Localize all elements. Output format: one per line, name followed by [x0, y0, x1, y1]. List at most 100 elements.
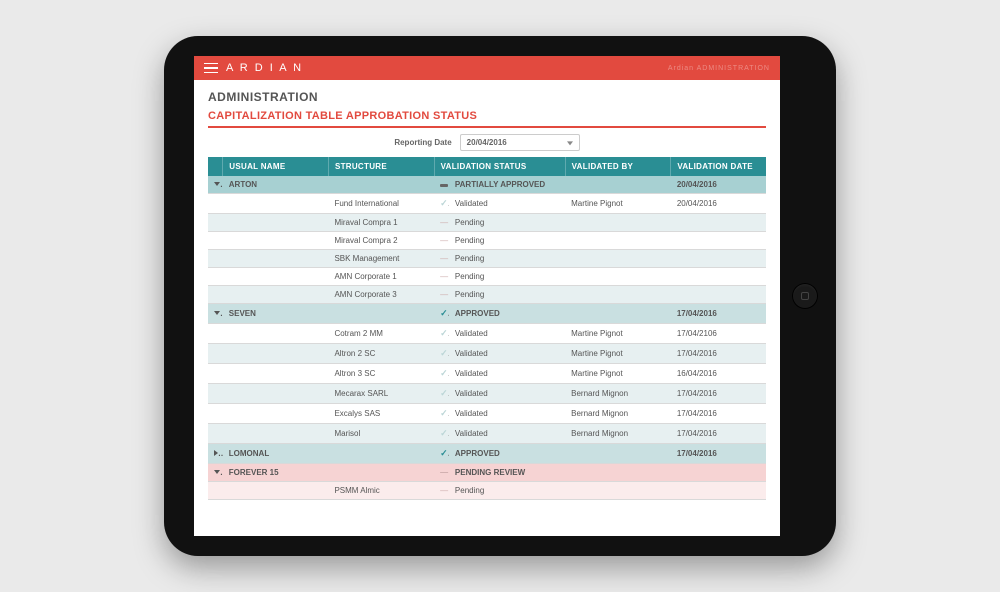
- section-title: CAPITALIZATION TABLE APPROBATION STATUS: [208, 110, 766, 128]
- group-row-arton[interactable]: ARTONPARTIALLY APPROVED20/04/2016: [208, 176, 766, 194]
- status-check-icon: ✓: [440, 348, 449, 358]
- status-check-icon: ✓: [440, 408, 449, 418]
- child-by: Bernard Mignon: [565, 404, 671, 424]
- status-approved-icon: ✓: [440, 308, 449, 318]
- child-date: 17/04/2016: [671, 344, 766, 364]
- child-row[interactable]: Altron 2 SC✓ValidatedMartine Pignot17/04…: [208, 344, 766, 364]
- topbar: A R D I A N Ardian ADMINISTRATION: [194, 56, 780, 80]
- child-row[interactable]: Altron 3 SC✓ValidatedMartine Pignot16/04…: [208, 364, 766, 384]
- child-structure: PSMM Almic: [328, 482, 434, 500]
- approbation-table: USUAL NAME STRUCTURE VALIDATION STATUS V…: [208, 157, 766, 500]
- expand-toggle-icon[interactable]: [214, 309, 220, 318]
- child-structure: Cotram 2 MM: [328, 324, 434, 344]
- col-status[interactable]: VALIDATION STATUS: [434, 157, 565, 176]
- col-structure[interactable]: STRUCTURE: [328, 157, 434, 176]
- reporting-date-select[interactable]: 20/04/2016: [460, 134, 580, 151]
- page-title: ADMINISTRATION: [208, 90, 766, 104]
- child-structure: SBK Management: [328, 250, 434, 268]
- child-by: Martine Pignot: [565, 344, 671, 364]
- table-header-row: USUAL NAME STRUCTURE VALIDATION STATUS V…: [208, 157, 766, 176]
- child-by: [565, 250, 671, 268]
- status-check-icon: ✓: [440, 368, 449, 378]
- group-status: APPROVED: [449, 304, 565, 324]
- status-pending-icon: —: [440, 236, 449, 245]
- child-structure: Marisol: [328, 424, 434, 444]
- child-status: Pending: [449, 250, 565, 268]
- child-by: Bernard Mignon: [565, 384, 671, 404]
- tablet-frame: A R D I A N Ardian ADMINISTRATION ADMINI…: [164, 36, 836, 556]
- child-status: Validated: [449, 404, 565, 424]
- brand-label: A R D I A N: [226, 62, 303, 74]
- col-name[interactable]: USUAL NAME: [223, 157, 329, 176]
- child-status: Pending: [449, 268, 565, 286]
- status-pending-icon: —: [440, 486, 449, 495]
- child-structure: Miraval Compra 1: [328, 214, 434, 232]
- child-date: [671, 232, 766, 250]
- child-row[interactable]: Fund International ✓ValidatedMartine Pign…: [208, 194, 766, 214]
- child-row[interactable]: Miraval Compra 2—Pending: [208, 232, 766, 250]
- child-structure: Miraval Compra 2: [328, 232, 434, 250]
- child-by: Martine Pignot: [565, 194, 671, 214]
- child-status: Validated: [449, 194, 565, 214]
- child-date: 20/04/2016: [671, 194, 766, 214]
- status-pending-icon: —: [440, 290, 449, 299]
- group-date: 20/04/2016: [671, 176, 766, 194]
- child-status: Pending: [449, 482, 565, 500]
- filter-label: Reporting Date: [394, 138, 451, 147]
- expand-toggle-icon[interactable]: [214, 449, 218, 458]
- child-status: Validated: [449, 424, 565, 444]
- group-name: FOREVER 15: [223, 464, 329, 482]
- child-row[interactable]: AMN Corporate 1 —Pending: [208, 268, 766, 286]
- group-row-lomonal[interactable]: LOMONAL✓APPROVED17/04/2016: [208, 444, 766, 464]
- child-status: Validated: [449, 324, 565, 344]
- group-status: PENDING REVIEW: [449, 464, 565, 482]
- child-by: [565, 482, 671, 500]
- child-date: [671, 482, 766, 500]
- group-by: [565, 444, 671, 464]
- col-date[interactable]: VALIDATION DATE: [671, 157, 766, 176]
- status-pending-icon: —: [440, 272, 449, 281]
- child-status: Validated: [449, 344, 565, 364]
- child-structure: AMN Corporate 1: [328, 268, 434, 286]
- child-by: Bernard Mignon: [565, 424, 671, 444]
- group-row-forever15[interactable]: FOREVER 15—PENDING REVIEW: [208, 464, 766, 482]
- child-row[interactable]: Miraval Compra 1—Pending: [208, 214, 766, 232]
- status-check-icon: ✓: [440, 428, 449, 438]
- group-by: [565, 304, 671, 324]
- child-structure: Altron 3 SC: [328, 364, 434, 384]
- child-by: [565, 268, 671, 286]
- child-structure: Excalys SAS: [328, 404, 434, 424]
- child-row[interactable]: SBK Management—Pending: [208, 250, 766, 268]
- reporting-date-value: 20/04/2016: [467, 138, 507, 147]
- child-structure: Fund International: [328, 194, 434, 214]
- group-status: PARTIALLY APPROVED: [449, 176, 565, 194]
- child-date: [671, 268, 766, 286]
- status-approved-icon: ✓: [440, 448, 449, 458]
- group-date: 17/04/2016: [671, 304, 766, 324]
- status-check-icon: ✓: [440, 388, 449, 398]
- child-date: [671, 286, 766, 304]
- child-row[interactable]: Marisol✓ValidatedBernard Mignon17/04/201…: [208, 424, 766, 444]
- status-check-icon: ✓: [440, 328, 449, 338]
- group-by: [565, 176, 671, 194]
- menu-icon[interactable]: [204, 63, 218, 73]
- topbar-right-text: Ardian ADMINISTRATION: [668, 65, 770, 72]
- child-by: Martine Pignot: [565, 364, 671, 384]
- child-date: [671, 214, 766, 232]
- group-row-seven[interactable]: SEVEN✓APPROVED17/04/2016: [208, 304, 766, 324]
- status-check-icon: ✓: [440, 198, 449, 208]
- child-row[interactable]: Cotram 2 MM✓ValidatedMartine Pignot17/04…: [208, 324, 766, 344]
- child-structure: AMN Corporate 3: [328, 286, 434, 304]
- col-by[interactable]: VALIDATED BY: [565, 157, 671, 176]
- child-status: Pending: [449, 286, 565, 304]
- expand-toggle-icon[interactable]: [214, 180, 220, 189]
- child-row[interactable]: AMN Corporate 3 —Pending: [208, 286, 766, 304]
- expand-toggle-icon[interactable]: [214, 468, 220, 477]
- child-row[interactable]: Excalys SAS ✓ValidatedBernard Mignon17/04…: [208, 404, 766, 424]
- device-home-button[interactable]: [792, 283, 818, 309]
- child-row[interactable]: Mecarax SARL✓ValidatedBernard Mignon17/0…: [208, 384, 766, 404]
- child-row[interactable]: PSMM Almic —Pending: [208, 482, 766, 500]
- child-by: [565, 232, 671, 250]
- app-screen: A R D I A N Ardian ADMINISTRATION ADMINI…: [194, 56, 780, 536]
- child-date: 17/04/2016: [671, 404, 766, 424]
